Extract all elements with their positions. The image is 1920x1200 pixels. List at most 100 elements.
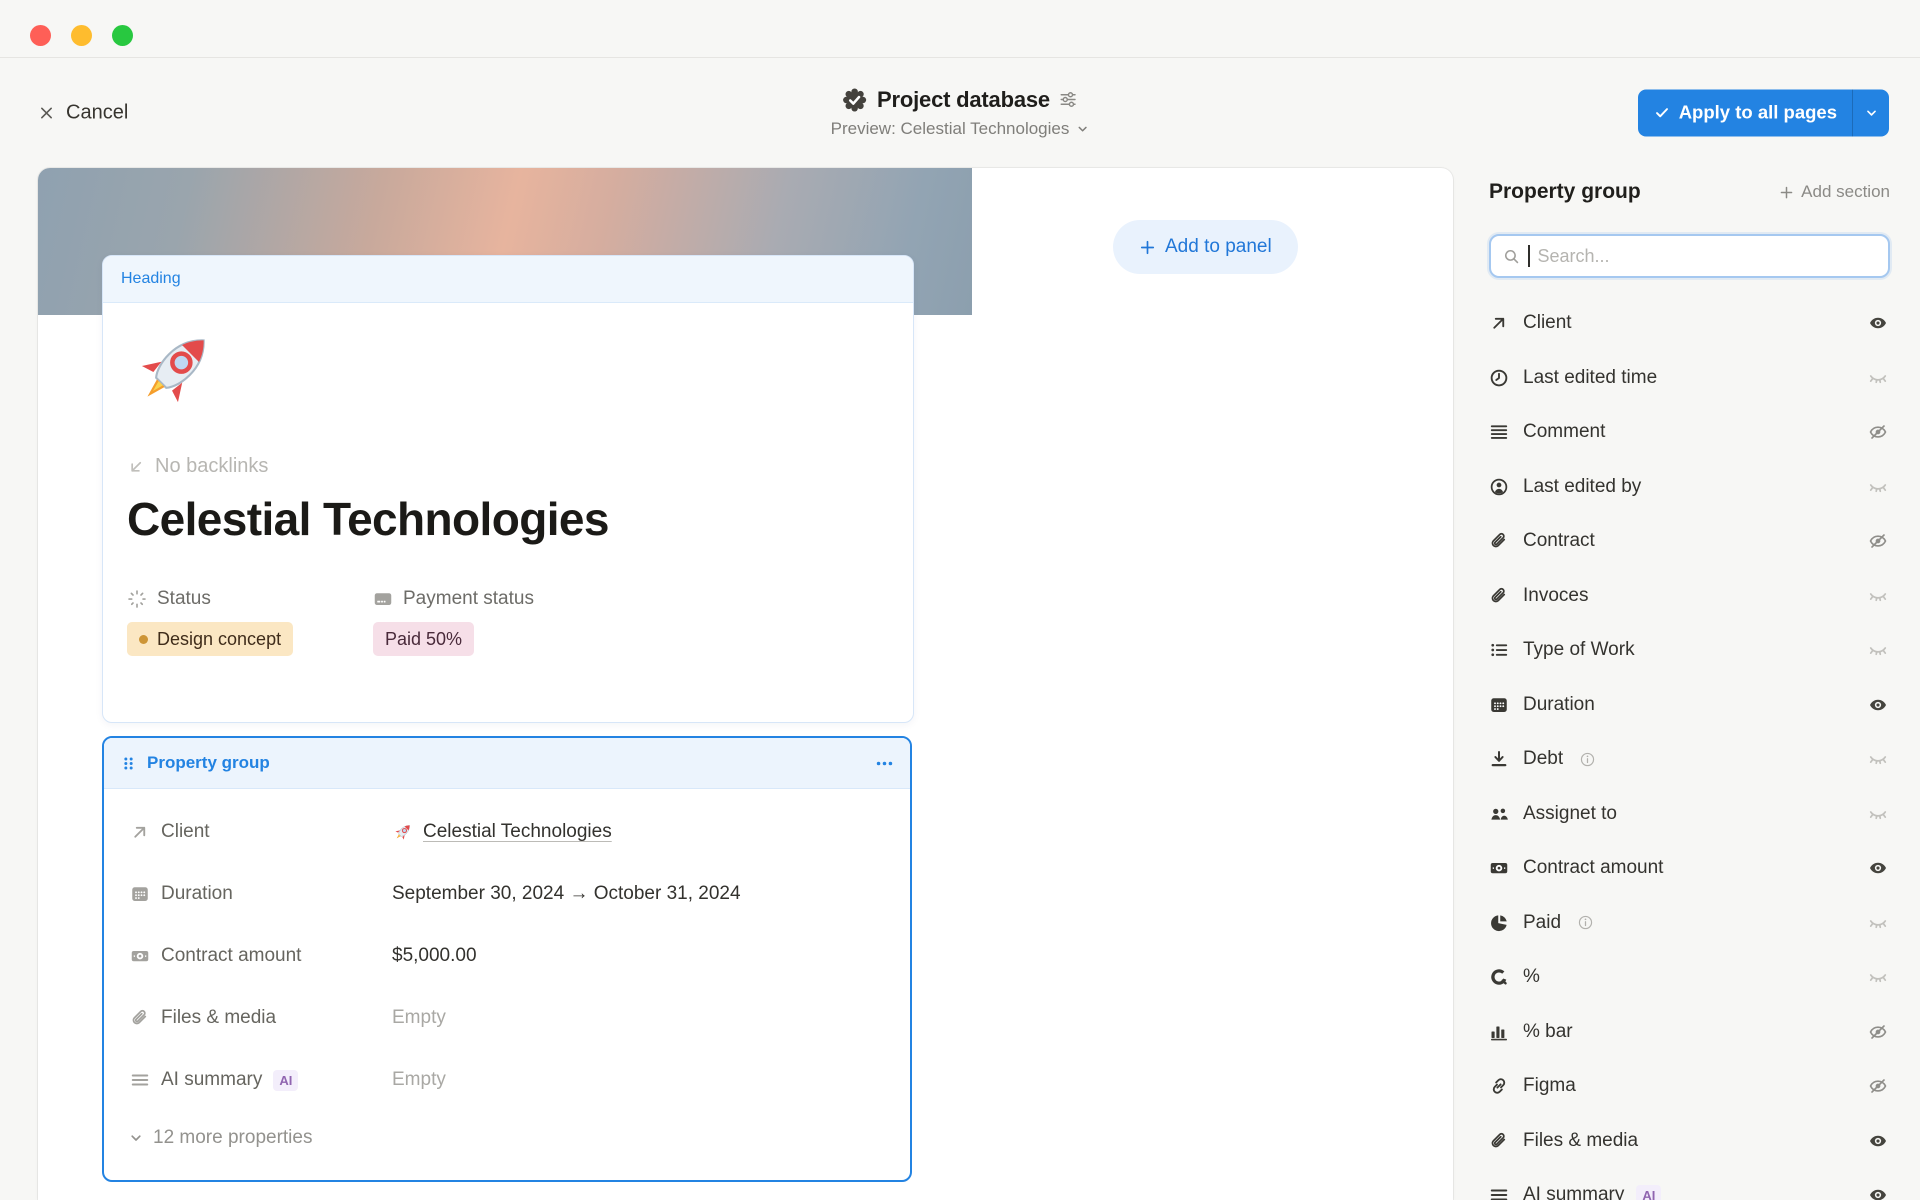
sidebar-property-item[interactable]: Last edited time	[1489, 351, 1890, 406]
sidebar-property-item[interactable]: Contract amount	[1489, 841, 1890, 896]
layout-settings-icon[interactable]	[1059, 90, 1078, 109]
cancel-button[interactable]: Cancel	[38, 101, 128, 124]
sidebar-item-label: Contract amount	[1523, 857, 1663, 879]
sidebar-item-label: Comment	[1523, 421, 1605, 443]
more-properties-toggle[interactable]: 12 more properties	[104, 1111, 910, 1165]
eye-closed-icon-visibility-toggle[interactable]	[1868, 967, 1888, 987]
add-to-panel-button[interactable]: Add to panel	[1113, 220, 1298, 274]
property-row[interactable]: Contract amount$5,000.00	[104, 925, 910, 987]
bar-chart-icon	[1489, 1022, 1509, 1042]
heading-section[interactable]: Heading No backlinks Celestial Technolog…	[102, 255, 914, 723]
status-property: Status Design concept	[127, 588, 373, 656]
property-group-header[interactable]: Property group	[104, 738, 910, 789]
traffic-light-maximize[interactable]	[112, 25, 133, 46]
property-value[interactable]: Celestial Technologies	[392, 821, 612, 843]
property-value[interactable]: September 30, 2024 → October 31, 2024	[392, 883, 741, 905]
eye-closed-icon-visibility-toggle[interactable]	[1868, 477, 1888, 497]
sidebar-property-item[interactable]: Files & media	[1489, 1114, 1890, 1169]
plus-icon	[1139, 239, 1156, 256]
more-properties-label: 12 more properties	[153, 1127, 312, 1149]
eye-slash-icon-visibility-toggle[interactable]	[1868, 1022, 1888, 1042]
add-section-button[interactable]: Add section	[1779, 182, 1890, 202]
layout-customization-window: Cancel Project database Preview: Celesti…	[0, 0, 1920, 1200]
status-value: Design concept	[157, 629, 281, 650]
info-icon[interactable]	[1579, 751, 1596, 768]
sidebar-property-item[interactable]: Invoces	[1489, 569, 1890, 624]
sidebar-property-item[interactable]: Client	[1489, 296, 1890, 351]
sidebar-property-item[interactable]: Contract	[1489, 514, 1890, 569]
backlinks-indicator[interactable]: No backlinks	[127, 455, 889, 478]
eye-closed-icon-visibility-toggle[interactable]	[1868, 913, 1888, 933]
eye-slash-icon-visibility-toggle[interactable]	[1868, 422, 1888, 442]
property-value[interactable]: $5,000.00	[392, 945, 477, 967]
eye-closed-icon-visibility-toggle[interactable]	[1868, 804, 1888, 824]
property-sidebar: Property group Add section Search... Cli…	[1489, 171, 1890, 1200]
property-row[interactable]: AI summaryAIEmpty	[104, 1049, 910, 1111]
eye-slash-icon-visibility-toggle[interactable]	[1868, 531, 1888, 551]
traffic-light-minimize[interactable]	[71, 25, 92, 46]
banknote-icon	[1489, 858, 1509, 878]
preview-label: Preview: Celestial Technologies	[831, 119, 1070, 139]
apply-to-all-pages-button[interactable]: Apply to all pages	[1638, 89, 1852, 136]
arrow-up-right-icon	[1489, 313, 1509, 333]
eye-closed-icon-visibility-toggle[interactable]	[1868, 368, 1888, 388]
rocket-emoji-icon	[392, 821, 414, 843]
clock-icon	[1489, 368, 1509, 388]
info-icon[interactable]	[1577, 914, 1594, 931]
cancel-label: Cancel	[66, 101, 128, 124]
page-title-preview[interactable]: Celestial Technologies	[127, 492, 889, 546]
link-icon	[1489, 1076, 1509, 1096]
sidebar-property-item[interactable]: % bar	[1489, 1005, 1890, 1060]
status-pill[interactable]: Design concept	[127, 622, 293, 656]
apply-dropdown-button[interactable]	[1852, 89, 1889, 136]
sidebar-property-item[interactable]: Type of Work	[1489, 623, 1890, 678]
editor-header: Cancel Project database Preview: Celesti…	[0, 57, 1920, 168]
eye-icon-visibility-toggle[interactable]	[1868, 313, 1888, 333]
search-placeholder: Search...	[1538, 246, 1610, 267]
window-titlebar	[0, 0, 1920, 58]
eye-closed-icon-visibility-toggle[interactable]	[1868, 749, 1888, 769]
search-input[interactable]: Search...	[1489, 234, 1890, 278]
sidebar-property-item[interactable]: Paid	[1489, 896, 1890, 951]
property-row[interactable]: DurationSeptember 30, 2024 → October 31,…	[104, 863, 910, 925]
sidebar-property-item[interactable]: Duration	[1489, 678, 1890, 733]
payment-status-pill[interactable]: Paid 50%	[373, 622, 474, 656]
heading-label: Heading	[121, 270, 181, 288]
eye-slash-icon-visibility-toggle[interactable]	[1868, 1076, 1888, 1096]
drag-handle-icon[interactable]	[120, 755, 137, 772]
sidebar-property-item[interactable]: %	[1489, 950, 1890, 1005]
sidebar-property-item[interactable]: Comment	[1489, 405, 1890, 460]
preview-selector[interactable]: Preview: Celestial Technologies	[831, 119, 1090, 139]
sidebar-property-item[interactable]: AI summaryAI	[1489, 1168, 1890, 1200]
eye-icon-visibility-toggle[interactable]	[1868, 1131, 1888, 1151]
property-group-section[interactable]: Property group ClientCelestial Technolog…	[102, 736, 912, 1182]
eye-icon-visibility-toggle[interactable]	[1868, 858, 1888, 878]
property-row[interactable]: ClientCelestial Technologies	[104, 801, 910, 863]
eye-closed-icon-visibility-toggle[interactable]	[1868, 586, 1888, 606]
heading-section-header[interactable]: Heading	[103, 256, 913, 303]
banknote-icon	[130, 946, 150, 966]
sidebar-property-item[interactable]: Figma	[1489, 1059, 1890, 1114]
text-cursor	[1528, 245, 1530, 267]
sidebar-title: Property group	[1489, 180, 1641, 204]
property-row[interactable]: Files & mediaEmpty	[104, 987, 910, 1049]
property-value[interactable]: Empty	[392, 1069, 446, 1091]
eye-icon-visibility-toggle[interactable]	[1868, 695, 1888, 715]
close-icon	[38, 104, 55, 121]
status-dot	[139, 635, 148, 644]
sidebar-property-item[interactable]: Debt	[1489, 732, 1890, 787]
eye-icon-visibility-toggle[interactable]	[1868, 1185, 1888, 1200]
sidebar-property-item[interactable]: Assignet to	[1489, 787, 1890, 842]
eye-closed-icon-visibility-toggle[interactable]	[1868, 640, 1888, 660]
download-icon	[1489, 749, 1509, 769]
page-icon-rocket-emoji[interactable]	[127, 321, 223, 417]
page-preview-panel: Add to panel Heading No backlinks Celest…	[38, 168, 1453, 1200]
sidebar-item-label: Paid	[1523, 912, 1561, 934]
sidebar-property-item[interactable]: Last edited by	[1489, 460, 1890, 515]
traffic-light-close[interactable]	[30, 25, 51, 46]
page-title: Project database	[877, 87, 1050, 113]
property-value[interactable]: Empty	[392, 1007, 446, 1029]
more-options-button[interactable]	[875, 754, 894, 773]
client-link[interactable]: Celestial Technologies	[423, 821, 612, 843]
sidebar-item-label: Figma	[1523, 1075, 1576, 1097]
